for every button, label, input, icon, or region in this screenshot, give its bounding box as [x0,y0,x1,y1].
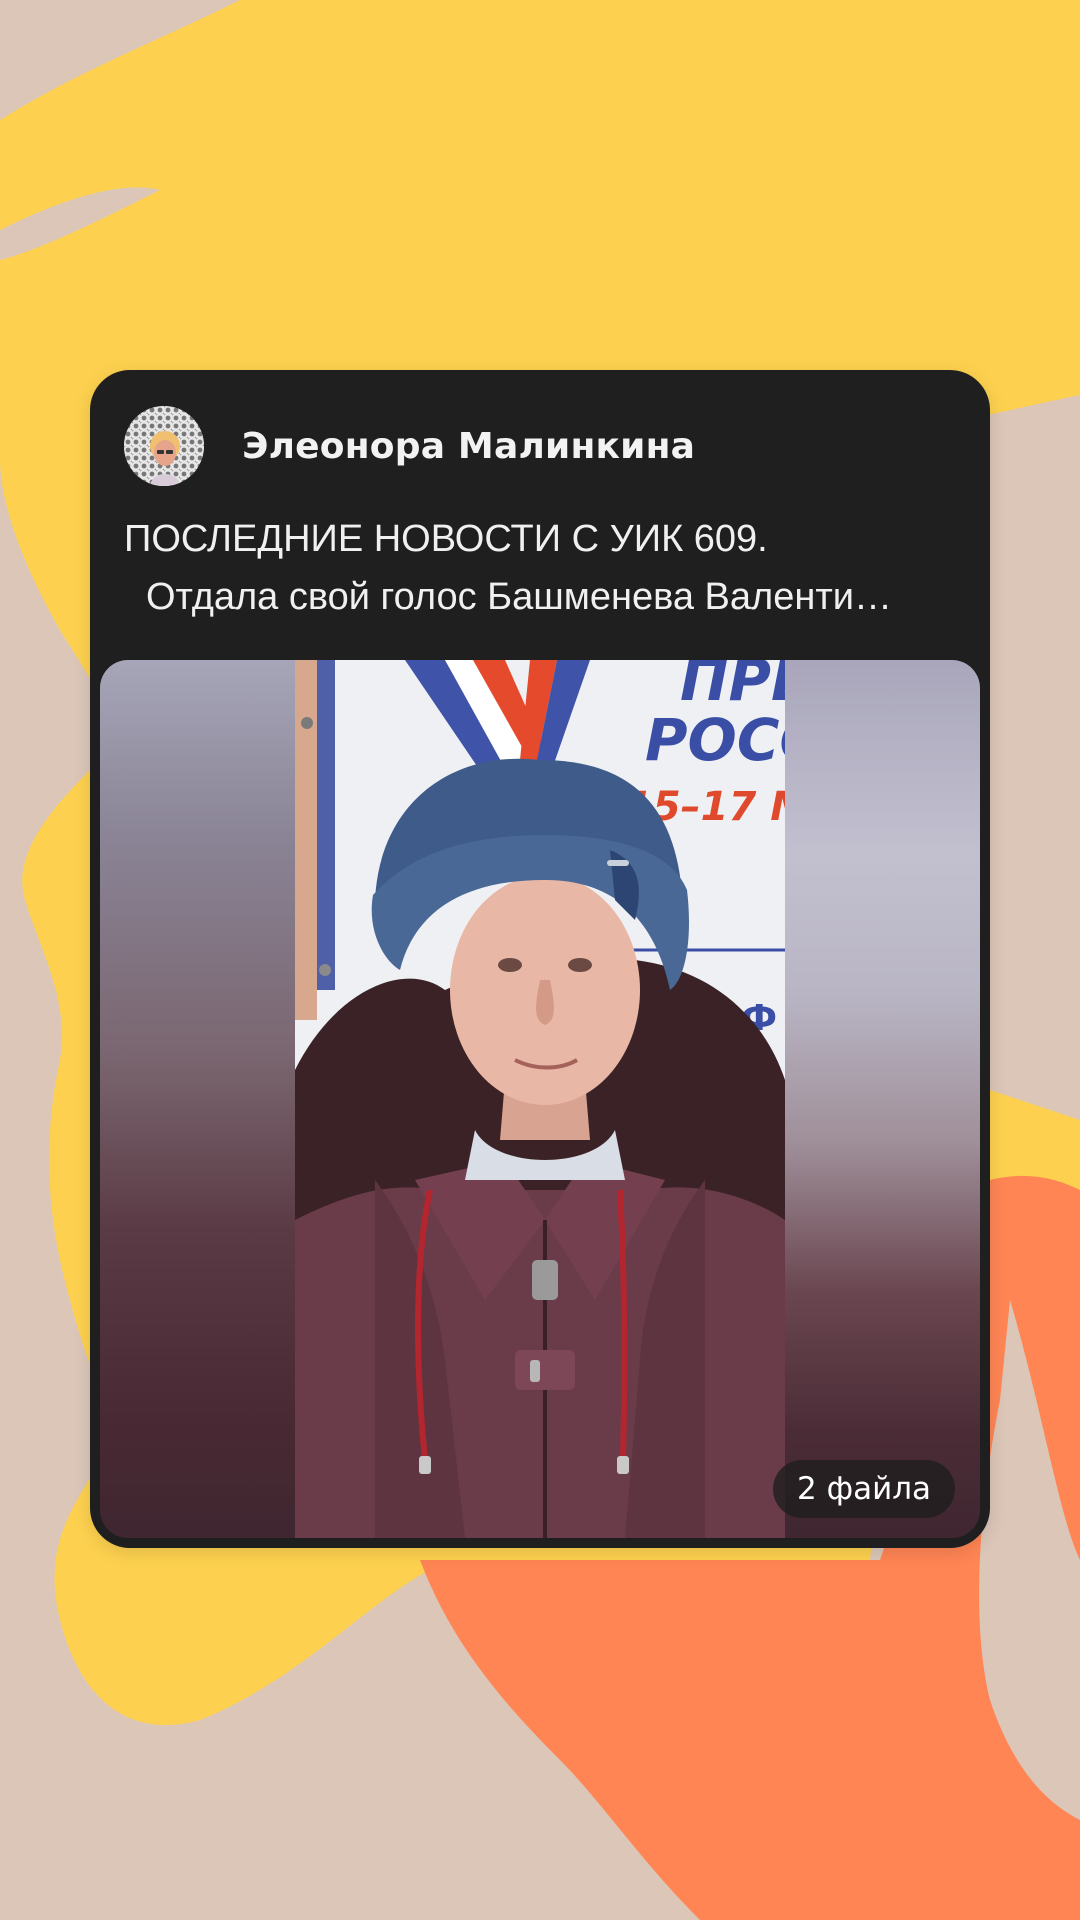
media-blur-right [785,660,980,1538]
author-name[interactable]: Элеонора Малинкина [242,426,695,467]
poster-text-2: РОСС [645,706,785,774]
photo-icon: ПРЕ РОСС 15–17 МА РФ [295,660,785,1538]
avatar-icon [124,406,204,486]
video-thumbnail: ПРЕ РОСС 15–17 МА РФ [295,660,785,1538]
media-preview[interactable]: ПРЕ РОСС 15–17 МА РФ [100,660,980,1538]
post-text-line-2: Отдала свой голос Башменева Валенти… [146,576,892,618]
files-count-badge[interactable]: 2 файла [773,1460,956,1518]
post-header: Элеонора Малинкина [124,406,695,486]
author-avatar[interactable] [124,406,204,486]
post-text[interactable]: ПОСЛЕДНИЕ НОВОСТИ С УИК 609. Отдала свой… [124,510,964,626]
media-blur-left [100,660,295,1538]
post-text-line-1: ПОСЛЕДНИЕ НОВОСТИ С УИК 609. [124,518,768,560]
post-card[interactable]: Элеонора Малинкина ПОСЛЕДНИЕ НОВОСТИ С У… [90,370,990,1548]
